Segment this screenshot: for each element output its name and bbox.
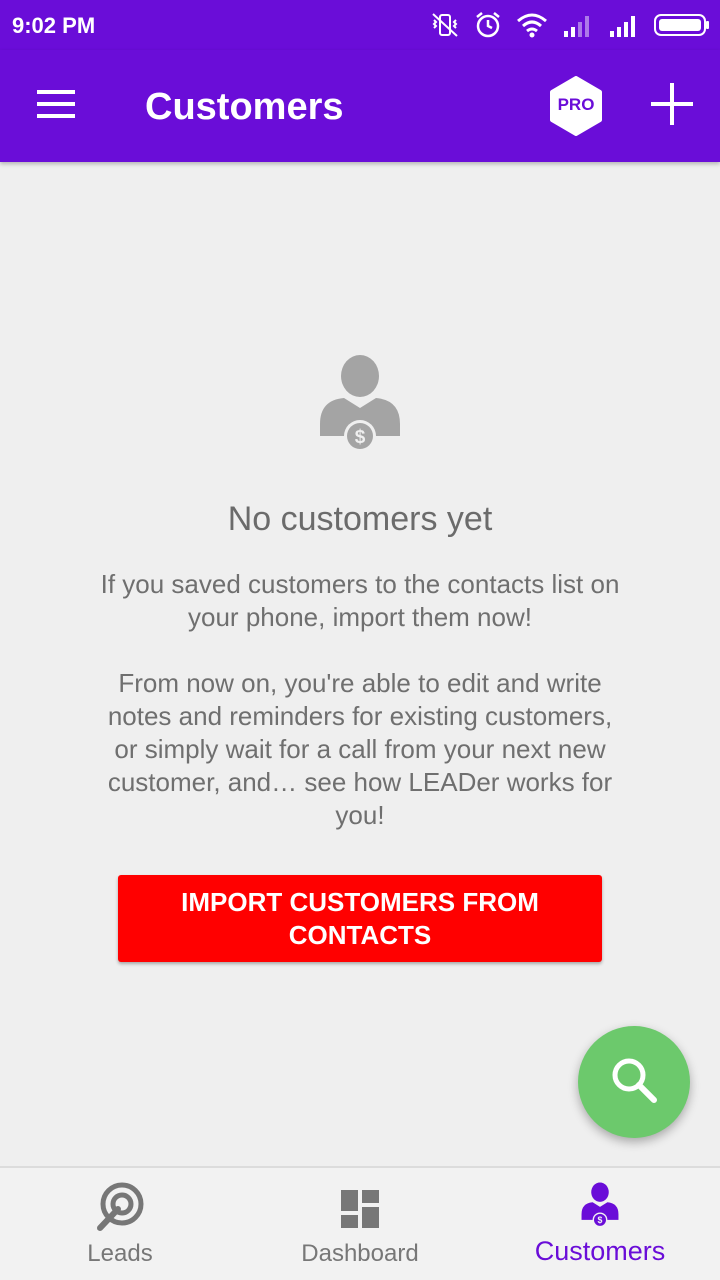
empty-state-description: If you saved customers to the contacts l… — [100, 568, 620, 832]
add-customer-button[interactable] — [640, 74, 704, 138]
signal-full-icon — [608, 12, 640, 38]
import-customers-button[interactable]: IMPORT CUSTOMERS FROM CONTACTS — [118, 875, 602, 962]
empty-state-title: No customers yet — [227, 500, 493, 538]
empty-state-paragraph: If you saved customers to the contacts l… — [100, 569, 620, 632]
customer-dollar-icon: $ — [318, 354, 402, 458]
status-bar: 9:02 PM — [0, 0, 720, 50]
hamburger-menu-icon — [37, 89, 75, 123]
nav-label: Customers — [534, 1236, 666, 1266]
customer-dollar-icon: $ — [580, 1182, 620, 1235]
search-icon — [609, 1055, 659, 1110]
empty-state-paragraph: From now on, you're able to edit and wri… — [107, 668, 613, 830]
nav-item-dashboard[interactable]: Dashboard — [240, 1168, 480, 1280]
nav-label: Leads — [87, 1240, 153, 1267]
plus-icon — [651, 82, 693, 130]
app-bar: Customers PRO — [0, 50, 720, 162]
search-fab[interactable] — [578, 1026, 690, 1138]
status-time: 9:02 PM — [12, 13, 96, 38]
wifi-icon — [516, 12, 548, 38]
battery-icon — [654, 13, 710, 37]
status-icons — [430, 10, 710, 40]
nav-item-leads[interactable]: Leads — [0, 1168, 240, 1280]
svg-text:$: $ — [598, 1215, 603, 1225]
pro-label: PRO — [557, 95, 595, 114]
bottom-nav: Leads Dashboard $ Customers — [0, 1166, 720, 1280]
nav-label: Dashboard — [301, 1240, 419, 1267]
svg-text:$: $ — [355, 427, 366, 448]
pro-button[interactable]: PRO — [548, 76, 604, 136]
leads-target-icon — [94, 1182, 146, 1239]
alarm-icon — [474, 11, 502, 39]
signal-weak-icon — [562, 12, 594, 38]
page-title: Customers — [145, 86, 344, 128]
vibrate-off-icon — [430, 12, 460, 38]
nav-item-customers[interactable]: $ Customers — [480, 1168, 720, 1280]
menu-button[interactable] — [26, 76, 86, 136]
dashboard-icon — [341, 1190, 379, 1233]
